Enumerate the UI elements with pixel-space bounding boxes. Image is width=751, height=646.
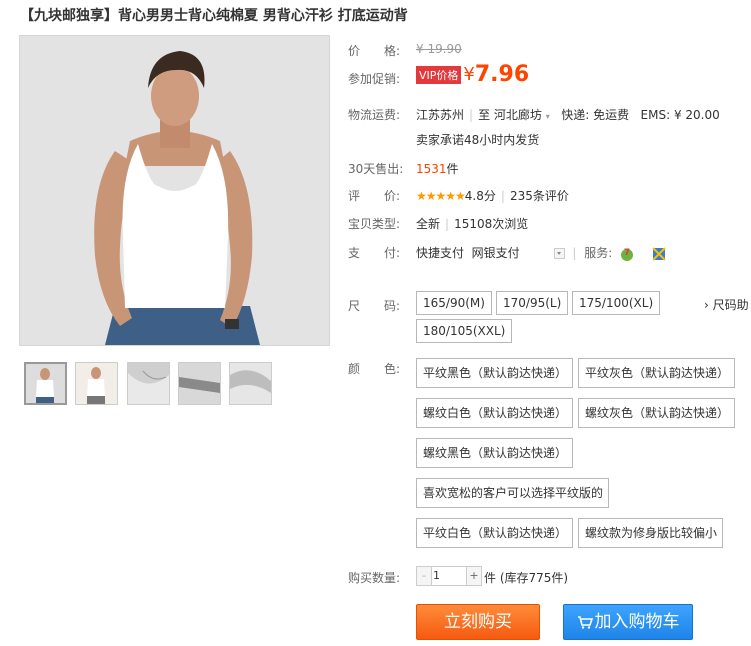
svg-text:7: 7 [624, 248, 630, 258]
add-to-cart-label: 加入购物车 [594, 612, 680, 632]
fast-pay: 快捷支付 [416, 246, 465, 260]
color-option-plain-black[interactable]: 平纹黑色（默认韵达快递） [416, 358, 573, 388]
size-label: 尺 码: [348, 299, 401, 313]
vip-badge: VIP价格 [416, 65, 462, 84]
ems-fee: EMS: ¥ 20.00 [640, 108, 720, 122]
item-type-label: 宝贝类型: [348, 217, 401, 231]
express-fee: 快递: 免运费 [561, 108, 630, 122]
original-price: ¥ 19.90 [416, 42, 462, 56]
ship-promise: 卖家承诺48小时内发货 [416, 133, 540, 147]
quantity-input[interactable]: 1 [433, 567, 440, 585]
color-option-plain-white[interactable]: 平纹白色（默认韵达快递） [416, 518, 573, 548]
item-type-info: 全新 | 15108次浏览 [416, 217, 529, 231]
view-count: 15108次浏览 [454, 217, 529, 231]
color-option-rib-black[interactable]: 螺纹黑色（默认韵达快递） [416, 438, 573, 468]
thumbnail-5[interactable] [229, 362, 272, 405]
quantity-label: 购买数量: [348, 571, 401, 585]
chevron-down-icon: ▾ [545, 112, 550, 121]
ship-to-prefix: 至 [478, 108, 491, 122]
size-option-m[interactable]: 165/90(M) [416, 291, 492, 315]
promo-currency: ¥ [463, 64, 475, 85]
payment-dropdown-icon[interactable] [553, 248, 565, 259]
seven-day-return-icon[interactable]: 7 [620, 247, 634, 261]
size-option-xl[interactable]: 175/100(XL) [572, 291, 661, 315]
buy-now-button[interactable]: 立刻购买 [416, 604, 540, 640]
promo-label: 参加促销: [348, 72, 401, 86]
sales-info: 1531件 [416, 160, 459, 177]
product-title: 【九块邮独享】背心男男士背心纯棉夏 男背心汗衫 打底运动背 [20, 8, 408, 24]
color-option-rib-white[interactable]: 螺纹白色（默认韵达快递） [416, 398, 573, 428]
price-label: 价 格: [348, 44, 401, 58]
promo-price: 7.96 [474, 62, 530, 87]
size-option-l[interactable]: 170/95(L) [496, 291, 569, 315]
thumbnail-2[interactable] [75, 362, 118, 405]
color-option-loose-note[interactable]: 喜欢宽松的客户可以选择平纹版的 [416, 478, 609, 508]
shipping-label: 物流运费: [348, 108, 401, 122]
guarantee-icon[interactable] [652, 246, 666, 261]
thumbnail-4[interactable] [178, 362, 221, 405]
ship-from: 江苏苏州 [416, 108, 465, 122]
model-photo [20, 36, 329, 345]
sales-count: 1531 [416, 162, 447, 176]
item-condition: 全新 [416, 217, 441, 231]
thumbnail-3[interactable] [127, 362, 170, 405]
bank-pay: 网银支付 [471, 246, 520, 260]
sales-unit: 件 [446, 162, 459, 176]
payment-info: 快捷支付 网银支付 | 服务: 7 [416, 244, 666, 261]
service-label: 服务: [584, 246, 613, 260]
size-help-link[interactable]: › 尺码助 [704, 296, 751, 313]
payment-label: 支 付: [348, 246, 401, 260]
rating-score: 4.8分 [464, 189, 496, 203]
cart-icon [577, 616, 593, 629]
color-option-rib-gray[interactable]: 螺纹灰色（默认韵达快递） [578, 398, 735, 428]
quantity-minus-button[interactable]: - [417, 567, 432, 585]
promo-price-block: VIP价格 ¥7.96 [416, 62, 529, 87]
color-option-rib-slim-note[interactable]: 螺纹款为修身版比较偏小 [578, 518, 723, 548]
review-count-link[interactable]: 235条评价 [510, 189, 569, 203]
stock-info: 件 (库存775件) [484, 571, 569, 585]
main-product-image[interactable] [19, 35, 330, 346]
color-option-plain-gray[interactable]: 平纹灰色（默认韵达快递） [578, 358, 735, 388]
thumbnail-1[interactable] [24, 362, 67, 405]
sales-label: 30天售出: [348, 162, 404, 176]
add-to-cart-button[interactable]: 加入购物车 [563, 604, 693, 640]
rating-label: 评 价: [348, 189, 401, 203]
size-option-xxl[interactable]: 180/105(XXL) [416, 319, 513, 343]
rating-info: ★★★★★4.8分 | 235条评价 [416, 189, 569, 203]
quantity-stepper: - 1 + [416, 566, 482, 586]
shipping-info: 江苏苏州 | 至 河北廊坊 ▾ 快递: 免运费 EMS: ¥ 20.00 [416, 108, 720, 122]
ship-to-selector[interactable]: 河北廊坊 ▾ [494, 108, 550, 122]
active-thumb-arrow-icon [43, 362, 55, 363]
quantity-plus-button[interactable]: + [466, 567, 481, 585]
ship-to: 河北廊坊 [493, 108, 542, 122]
star-rating-icon: ★★★★★ [416, 189, 466, 203]
color-label: 颜 色: [348, 362, 401, 376]
